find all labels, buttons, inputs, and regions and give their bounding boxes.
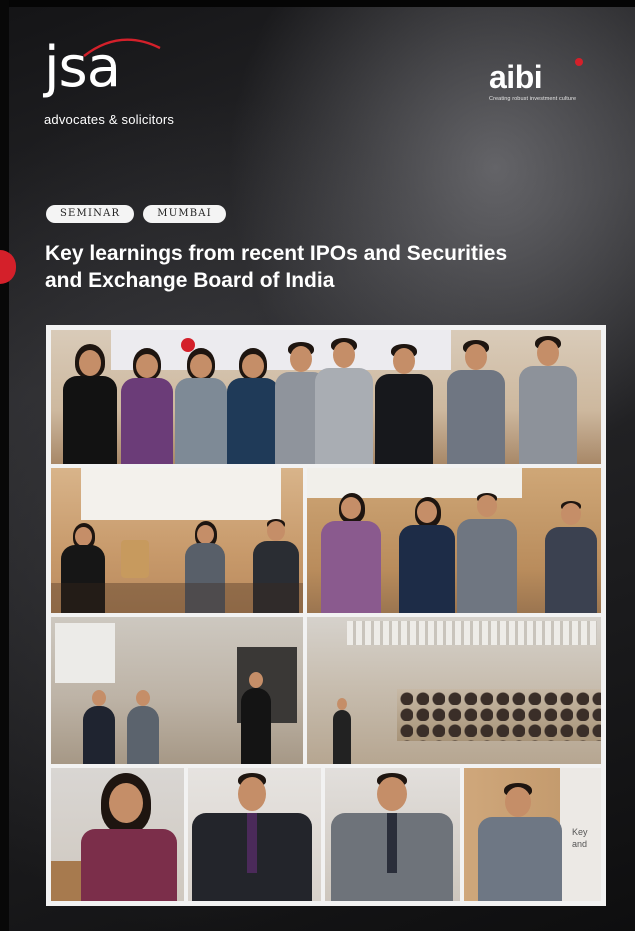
speaker-photo-3	[325, 768, 460, 901]
tag-list: SEMINAR MUMBAI	[46, 205, 226, 223]
audience-photo	[307, 617, 601, 764]
stage-photo	[51, 617, 303, 764]
aibi-tagline: Creating robust investment culture	[489, 96, 577, 102]
slide-text: Key and	[572, 827, 588, 849]
panel-discussion-photo-2	[307, 468, 601, 613]
jsa-logo-subtitle: advocates & solicitors	[44, 112, 175, 127]
aibi-logo-text: aibi	[489, 59, 543, 95]
photo-collage: Key and	[46, 325, 606, 906]
event-title-line-2: and Exchange Board of India	[45, 269, 335, 292]
event-title: Key learnings from recent IPOs and Secur…	[45, 240, 585, 294]
aibi-logo-dot	[575, 58, 583, 66]
speaker-photo-4: Key and	[464, 768, 601, 901]
jsa-logo: jsa advocates & solicitors	[44, 38, 175, 128]
poster: jsa advocates & solicitors aibi Creating…	[0, 0, 635, 931]
red-accent-tab	[0, 250, 16, 284]
tag-seminar: SEMINAR	[46, 205, 135, 223]
top-border	[0, 0, 635, 7]
event-title-line-1: Key learnings from recent IPOs and Secur…	[45, 242, 508, 265]
group-photo-speakers	[51, 330, 601, 464]
speaker-photo-1	[51, 768, 184, 901]
panel-discussion-photo-1	[51, 468, 303, 613]
jsa-logo-mark: jsa	[44, 38, 174, 98]
tag-mumbai: MUMBAI	[143, 205, 226, 223]
speaker-photo-2	[188, 768, 321, 901]
left-border	[0, 0, 9, 931]
aibi-logo-mark: aibi	[489, 58, 589, 95]
aibi-logo: aibi Creating robust investment culture	[489, 58, 589, 102]
jsa-logo-arc	[83, 38, 161, 57]
